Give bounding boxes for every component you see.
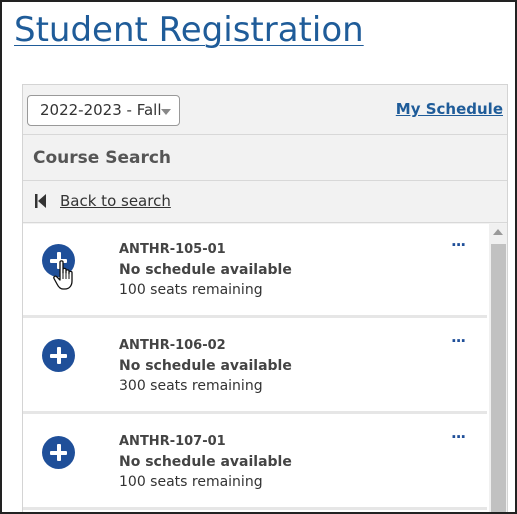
back-to-search-link[interactable]: Back to search xyxy=(60,192,171,210)
term-select[interactable]: 2022-2023 - Fall xyxy=(27,95,180,126)
hand-pointer-cursor-icon xyxy=(53,260,73,290)
course-schedule: No schedule available xyxy=(119,358,292,374)
back-to-search-row[interactable]: Back to search xyxy=(23,182,507,223)
course-card: ANTHR-106-02 No schedule available 300 s… xyxy=(23,320,487,414)
my-schedule-link[interactable]: My Schedule xyxy=(396,100,503,118)
course-code: ANTHR-107-01 xyxy=(119,434,226,449)
scrollbar-thumb[interactable] xyxy=(491,244,506,512)
registration-window: Student Registration 2022-2023 - Fall My… xyxy=(0,0,517,514)
add-course-button[interactable] xyxy=(42,436,75,469)
section-title: Course Search xyxy=(33,148,172,168)
course-code: ANTHR-106-02 xyxy=(119,338,226,353)
more-options-icon[interactable]: ··· xyxy=(451,236,466,254)
scroll-up-arrow-icon[interactable] xyxy=(493,229,503,235)
course-code: ANTHR-105-01 xyxy=(119,242,226,257)
course-results-list: ANTHR-105-01 No schedule available 100 s… xyxy=(23,224,507,512)
course-card: ANTHR-107-01 No schedule available 100 s… xyxy=(23,416,487,510)
course-schedule: No schedule available xyxy=(119,262,292,278)
chevron-down-icon xyxy=(161,109,171,115)
term-select-value: 2022-2023 - Fall xyxy=(40,101,162,119)
page-title[interactable]: Student Registration xyxy=(14,10,364,50)
add-course-button[interactable] xyxy=(42,339,75,372)
course-card: ANTHR-105-01 No schedule available 100 s… xyxy=(23,224,487,318)
more-options-icon[interactable]: ··· xyxy=(451,428,466,446)
course-schedule: No schedule available xyxy=(119,454,292,470)
course-seats: 100 seats remaining xyxy=(119,282,263,298)
term-toolbar: 2022-2023 - Fall My Schedule xyxy=(23,85,507,135)
results-scrollbar[interactable] xyxy=(489,224,507,512)
more-options-icon[interactable]: ··· xyxy=(451,332,466,350)
course-seats: 100 seats remaining xyxy=(119,474,263,490)
skip-back-icon xyxy=(35,194,46,208)
registration-panel: 2022-2023 - Fall My Schedule Course Sear… xyxy=(22,84,508,512)
course-search-header: Course Search xyxy=(23,136,507,181)
course-seats: 300 seats remaining xyxy=(119,378,263,394)
